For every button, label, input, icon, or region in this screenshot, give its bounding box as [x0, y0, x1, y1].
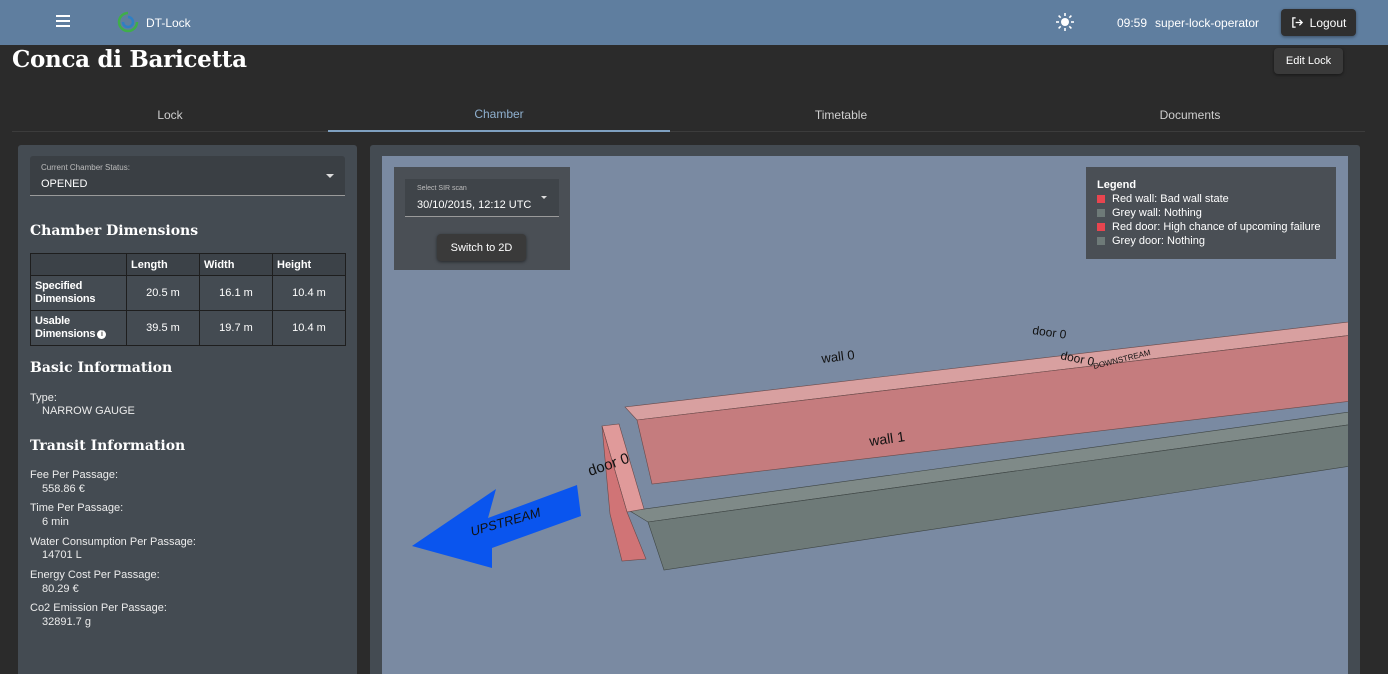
grey-swatch: [1097, 209, 1105, 217]
tab-chamber[interactable]: Chamber: [328, 98, 670, 132]
table-cell: 39.5 m: [126, 310, 200, 346]
legend: Legend Red wall: Bad wall state Grey wal…: [1086, 167, 1336, 259]
red-swatch: [1097, 223, 1105, 231]
door-downstream-label-a: door 0: [1032, 323, 1068, 342]
theme-toggle-sun-icon[interactable]: [1055, 12, 1075, 32]
row-header-line: Dimensions: [35, 328, 96, 340]
co2-label: Co2 Emission Per Passage:: [30, 602, 167, 614]
time-label: Time Per Passage:: [30, 502, 124, 514]
menu-icon[interactable]: [52, 12, 74, 34]
tab-timetable[interactable]: Timetable: [670, 98, 1012, 132]
table-cell: 10.4 m: [272, 275, 346, 311]
chamber-status-select[interactable]: Current Chamber Status: OPENED: [30, 156, 345, 196]
logout-label: Logout: [1309, 15, 1347, 30]
row-header-line: Specified: [35, 280, 83, 292]
energy-value: 80.29 €: [42, 583, 79, 595]
row-header: Specified Dimensions: [30, 275, 127, 311]
table-cell: 10.4 m: [272, 310, 346, 346]
co2-value: 32891.7 g: [42, 616, 91, 628]
water-label: Water Consumption Per Passage:: [30, 536, 196, 548]
legend-item: Grey wall: Nothing: [1097, 206, 1336, 220]
chamber-info-panel: Current Chamber Status: OPENED Chamber D…: [18, 145, 357, 674]
chevron-down-icon: [541, 196, 547, 199]
legend-label: Grey wall: Nothing: [1112, 207, 1202, 219]
legend-label: Red door: High chance of upcoming failur…: [1112, 221, 1321, 233]
dimensions-heading: Chamber Dimensions: [30, 223, 199, 239]
3d-viewport[interactable]: wall 0 wall 1 door 0 door 0 door 0 UPSTR…: [382, 156, 1348, 674]
fee-value: 558.86 €: [42, 483, 85, 495]
row-header: Usable Dimensions i: [30, 310, 127, 346]
time-value: 6 min: [42, 516, 69, 528]
sir-scan-value: 30/10/2015, 12:12 UTC: [417, 199, 532, 211]
tab-documents[interactable]: Documents: [1012, 98, 1368, 132]
type-label: Type:: [30, 392, 57, 404]
column-header: Width: [199, 253, 273, 276]
table-cell: 19.7 m: [199, 310, 273, 346]
transit-info-heading: Transit Information: [30, 438, 186, 454]
type-value: NARROW GAUGE: [42, 405, 135, 417]
column-header: Length: [126, 253, 200, 276]
chevron-down-icon: [326, 174, 334, 178]
wall-0-label: wall 0: [820, 347, 856, 366]
grey-swatch: [1097, 237, 1105, 245]
table-cell: 20.5 m: [126, 275, 200, 311]
logout-icon: [1291, 17, 1303, 28]
row-header-line: Usable: [35, 315, 70, 327]
basic-info-heading: Basic Information: [30, 360, 173, 376]
water-value: 14701 L: [42, 549, 82, 561]
table-corner: [30, 253, 127, 276]
info-icon[interactable]: i: [97, 329, 107, 339]
table-cell: 16.1 m: [199, 275, 273, 311]
legend-item: Red door: High chance of upcoming failur…: [1097, 220, 1336, 234]
user-name: super-lock-operator: [1155, 16, 1260, 30]
edit-lock-button[interactable]: Edit Lock: [1274, 48, 1343, 74]
chamber-status-value: OPENED: [41, 178, 88, 190]
legend-label: Red wall: Bad wall state: [1112, 193, 1229, 205]
app-bar: DT-Lock 09:59 super-lock-operator Logout: [0, 0, 1388, 45]
clock: 09:59: [1117, 16, 1148, 30]
row-header-line: Dimensions: [35, 293, 96, 305]
legend-item: Grey door: Nothing: [1097, 234, 1336, 248]
legend-item: Red wall: Bad wall state: [1097, 192, 1336, 206]
energy-label: Energy Cost Per Passage:: [30, 569, 160, 581]
app-logo-icon: [117, 11, 139, 33]
legend-title: Legend: [1097, 179, 1137, 191]
red-swatch: [1097, 195, 1105, 203]
sir-scan-label: Select SIR scan: [417, 185, 467, 192]
column-header: Height: [272, 253, 346, 276]
legend-label: Grey door: Nothing: [1112, 235, 1205, 247]
app-name: DT-Lock: [146, 16, 191, 30]
scan-control-box: Select SIR scan 30/10/2015, 12:12 UTC Sw…: [394, 167, 570, 270]
logout-button[interactable]: Logout: [1281, 9, 1356, 36]
switch-to-2d-button[interactable]: Switch to 2D: [437, 234, 526, 261]
sir-scan-select[interactable]: Select SIR scan 30/10/2015, 12:12 UTC: [405, 179, 559, 217]
dimensions-table: Length Width Height Specified Dimensions…: [30, 253, 346, 346]
chamber-status-label: Current Chamber Status:: [41, 163, 130, 172]
table-row: Specified Dimensions 20.5 m 16.1 m 10.4 …: [30, 275, 346, 311]
tab-bar: Lock Chamber Timetable Documents: [12, 98, 1365, 132]
table-row: Usable Dimensions i 39.5 m 19.7 m 10.4 m: [30, 310, 346, 346]
fee-label: Fee Per Passage:: [30, 469, 119, 481]
chamber-3d-panel: wall 0 wall 1 door 0 door 0 door 0 UPSTR…: [370, 145, 1360, 674]
page-title: Conca di Baricetta: [12, 46, 247, 73]
tab-lock[interactable]: Lock: [12, 98, 328, 132]
